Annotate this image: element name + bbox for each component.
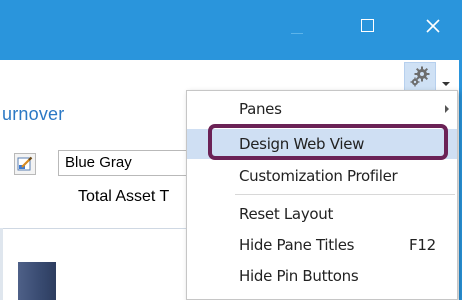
close-button[interactable] (414, 8, 454, 44)
maximize-button[interactable] (348, 8, 388, 44)
column-header[interactable]: Total Asset T (78, 188, 169, 206)
menu-item-hide-pin-buttons[interactable]: Hide Pin Buttons (187, 261, 457, 291)
brush-icon (17, 156, 33, 171)
chart-bar (18, 262, 56, 300)
title-bar (0, 0, 462, 60)
menu-item-label: Customization Profiler (239, 167, 398, 185)
page-title: urnover (2, 104, 65, 124)
menu-separator (235, 194, 455, 195)
chevron-right-icon (445, 105, 449, 113)
table-header: Total Asset T (0, 184, 190, 214)
menu-item-panes[interactable]: Panes (187, 94, 457, 124)
menu-item-customization-profiler[interactable]: Customization Profiler (187, 161, 457, 191)
menu-item-label: Reset Layout (239, 205, 334, 223)
menu-item-label: Hide Pane Titles (239, 236, 355, 254)
gear-icon (410, 66, 430, 87)
settings-button[interactable] (404, 62, 436, 92)
grid-divider (0, 228, 190, 229)
close-icon (426, 19, 440, 33)
menu-item-reset-layout[interactable]: Reset Layout (187, 199, 457, 229)
minimize-icon (291, 33, 303, 34)
shortcut-label: F12 (409, 236, 436, 254)
chevron-down-icon[interactable] (442, 82, 450, 86)
menu-item-label: Panes (239, 100, 282, 118)
settings-menu: Panes Design Web View Customization Prof… (186, 90, 458, 300)
minimize-button[interactable] (276, 8, 316, 44)
theme-editor-button[interactable] (14, 153, 36, 175)
highlight-ring (208, 124, 448, 160)
maximize-icon (361, 19, 374, 32)
menu-item-hide-pane-titles[interactable]: Hide Pane Titles F12 (187, 230, 457, 260)
grid-column (0, 228, 3, 300)
menu-item-label: Hide Pin Buttons (239, 267, 359, 285)
